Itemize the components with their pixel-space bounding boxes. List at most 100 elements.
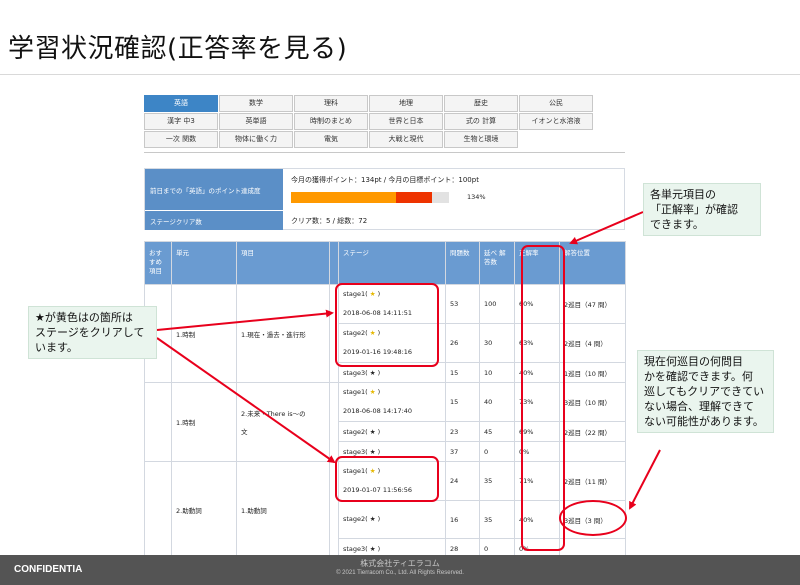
tab-ions[interactable]: イオンと水溶液 xyxy=(519,113,593,130)
accuracy-callout-line: 「正解率」が確認 xyxy=(650,203,738,216)
tab-geography[interactable]: 地理 xyxy=(369,95,443,112)
stage-name: stage3( xyxy=(343,447,370,456)
questions-cell: 23 xyxy=(445,421,480,442)
tab-science[interactable]: 理科 xyxy=(294,95,368,112)
title-divider xyxy=(0,74,800,75)
close-paren: ) xyxy=(375,427,381,436)
questions-cell: 16 xyxy=(445,500,480,539)
answers-cell: 100 xyxy=(479,284,515,324)
current-points: 今月の獲得ポイント：134pt xyxy=(291,176,382,184)
tab-civics[interactable]: 公民 xyxy=(519,95,593,112)
points-summary: 今月の獲得ポイント：134pt / 今月の目標ポイント：100pt xyxy=(291,175,624,185)
copyright: © 2021 Tierracom Co., Ltd. All Rights Re… xyxy=(336,570,464,576)
tab-math[interactable]: 数学 xyxy=(219,95,293,112)
header-recommended: おす すめ 項目 xyxy=(144,241,172,285)
star-callout-line: います。 xyxy=(35,341,78,354)
stage-name: stage3( xyxy=(343,544,370,553)
accuracy-callout-line: 各単元項目の xyxy=(650,188,716,201)
recommended-cell xyxy=(144,461,172,559)
position-cell: 1巡目（10 問） xyxy=(559,362,626,383)
item-cell: 1.現在・過去・進行形 xyxy=(236,284,330,383)
position-cell: 2巡目（47 問） xyxy=(559,284,626,324)
stage-name: stage2( xyxy=(343,427,370,436)
stage-name: stage1( xyxy=(343,388,370,396)
answers-cell: 35 xyxy=(479,461,515,501)
accuracy-column-highlight xyxy=(521,245,565,551)
position-callout-line: ない場合、理解できて xyxy=(644,400,754,413)
tab-tense-summary[interactable]: 時制のまとめ xyxy=(294,113,368,130)
footer: CONFIDENTIA 株式会社ティエラコム © 2021 Tierracom … xyxy=(0,555,800,585)
tab-electricity[interactable]: 電気 xyxy=(294,131,368,148)
questions-cell: 24 xyxy=(445,461,480,501)
close-paren: ) xyxy=(375,544,381,553)
tab-kanji[interactable]: 漢字 中3 xyxy=(144,113,218,130)
questions-cell: 15 xyxy=(445,362,480,383)
slide-title: 学習状況確認(正答率を見る) xyxy=(8,34,348,64)
tab-world-and-japan[interactable]: 世界と日本 xyxy=(369,113,443,130)
points-achievement-value: 今月の獲得ポイント：134pt / 今月の目標ポイント：100pt 134% xyxy=(283,169,624,210)
stage-clear-label: ステージクリア数 xyxy=(145,211,283,230)
position-cell: 2巡目（4 問） xyxy=(559,323,626,363)
header-item: 項目 xyxy=(236,241,330,285)
header-total-answers: 延べ 解答数 xyxy=(479,241,515,285)
tab-english[interactable]: 英語 xyxy=(144,95,218,112)
header-questions: 問題数 xyxy=(445,241,480,285)
position-cell: 2巡目（11 問） xyxy=(559,461,626,501)
stage-cell[interactable]: stage1( ★ ) 2018-06-08 14:17:40 xyxy=(338,382,446,422)
answers-cell: 0 xyxy=(479,441,515,462)
answers-cell: 40 xyxy=(479,382,515,422)
position-callout-line: 現在何巡目の何問目 xyxy=(644,355,743,368)
company-name: 株式会社ティエラコム xyxy=(360,559,440,568)
cleared-stage-highlight xyxy=(335,283,439,367)
close-paren: ) xyxy=(375,515,381,523)
points-panel: 前日までの「英語」のポイント達成度 今月の獲得ポイント：134pt / 今月の目… xyxy=(144,168,625,230)
tab-biology-environment[interactable]: 生物と環境 xyxy=(444,131,518,148)
tabs-divider xyxy=(144,152,625,153)
close-paren: ) xyxy=(375,447,381,456)
answers-cell: 30 xyxy=(479,323,515,363)
stage-clear-date: 2018-06-08 14:17:40 xyxy=(343,407,413,415)
tab-history[interactable]: 歴史 xyxy=(444,95,518,112)
divider-cell xyxy=(329,382,339,462)
points-achievement-label: 前日までの「英語」のポイント達成度 xyxy=(145,169,283,210)
cleared-stage-highlight xyxy=(335,456,439,502)
stage-clear-row: ステージクリア数 クリア数：5 / 総数：72 xyxy=(145,211,624,230)
target-points: 今月の目標ポイント：100pt xyxy=(388,176,479,184)
answers-cell: 10 xyxy=(479,362,515,383)
accuracy-callout-line: できます。 xyxy=(650,218,704,231)
answers-cell: 45 xyxy=(479,421,515,442)
item-line: 文 xyxy=(241,428,248,436)
tabs-row-1: 英語 数学 理科 地理 歴史 公民 xyxy=(144,95,593,112)
unit-cell: 1.時制 xyxy=(171,284,237,383)
header-unit: 単元 xyxy=(171,241,237,285)
tab-english-words[interactable]: 英単語 xyxy=(219,113,293,130)
close-paren: ) xyxy=(375,368,381,377)
item-cell: 1.助動詞 xyxy=(236,461,330,559)
points-progress-bar: 134% xyxy=(291,192,486,203)
star-callout: ★が黄色はの箇所は ステージをクリアして います。 xyxy=(28,306,157,359)
star-callout-line: ステージをクリアして xyxy=(35,326,145,339)
questions-cell: 26 xyxy=(445,323,480,363)
position-highlight xyxy=(559,500,627,536)
stage-name: stage2( xyxy=(343,515,370,523)
position-cell: 2巡目（22 問） xyxy=(559,421,626,442)
position-callout-line: かを確認できます。何 xyxy=(644,370,753,383)
position-cell: 3巡目（10 問） xyxy=(559,382,626,422)
progress-percent: 134% xyxy=(467,193,486,201)
tab-expression-calc[interactable]: 式の 計算 xyxy=(444,113,518,130)
stage-clear-value: クリア数：5 / 総数：72 xyxy=(291,216,368,225)
close-paren: ) xyxy=(375,388,381,396)
tabs-row-3: 一次 関数 物体に働く力 電気 大戦と現代 生物と環境 xyxy=(144,131,591,148)
tab-linear-function[interactable]: 一次 関数 xyxy=(144,131,218,148)
progress-fill xyxy=(291,192,397,203)
tab-wars-modern[interactable]: 大戦と現代 xyxy=(369,131,443,148)
item-line: 2.未来・There is～の xyxy=(241,410,306,418)
tabs-row-2: 漢字 中3 英単語 時制のまとめ 世界と日本 式の 計算 イオンと水溶液 xyxy=(144,113,593,130)
stage-cell[interactable]: stage2( ★ ) xyxy=(338,500,446,539)
stage-cell[interactable]: stage2( ★ ) xyxy=(338,421,446,442)
position-callout-line: 巡してもクリアできてい xyxy=(644,385,765,398)
points-achievement-row: 前日までの「英語」のポイント達成度 今月の獲得ポイント：134pt / 今月の目… xyxy=(145,169,624,210)
tab-forces[interactable]: 物体に働く力 xyxy=(219,131,293,148)
star-callout-line: ★が黄色はの箇所は xyxy=(35,311,133,324)
unit-cell: 1.時制 xyxy=(171,382,237,462)
